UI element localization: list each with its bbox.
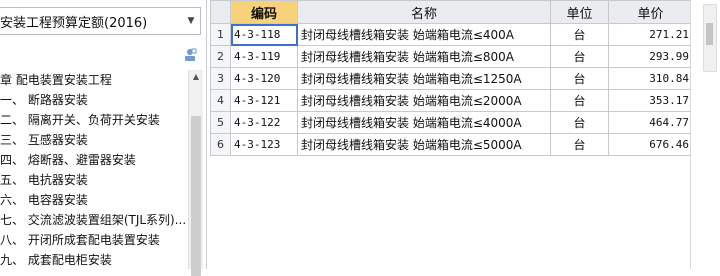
table-row[interactable]: 3 4-3-120 封闭母线槽线箱安装 始端箱电流≤1250A 台 310.84	[210, 67, 693, 90]
row-number: 1	[210, 23, 231, 46]
quota-tree-panel: 安装工程预算定额(2016) ▼ 章 配电装置安装工程 一、 断路器安装 二、 …	[0, 0, 207, 276]
quota-grid: 编码 名称 单位 单价 1 4-3-118 封闭母线槽线箱安装 始端箱电流≤40…	[210, 0, 720, 269]
tree-item[interactable]: 九、 成套配电柜安装	[0, 250, 188, 269]
scroll-up-icon[interactable]: ▲	[189, 70, 203, 84]
code-cell[interactable]: 4-3-120	[230, 67, 298, 90]
code-cell[interactable]: 4-3-121	[230, 89, 298, 112]
price-cell[interactable]: 310.84	[608, 67, 693, 90]
tree-item[interactable]: 一、 断路器安装	[0, 90, 188, 110]
column-header-name[interactable]: 名称	[297, 0, 551, 24]
tree-item[interactable]: 二、 隔离开关、负荷开关安装	[0, 110, 188, 130]
price-cell[interactable]: 464.77	[608, 111, 693, 134]
tree-item[interactable]: 三、 互感器安装	[0, 130, 188, 150]
chapter-tree: 章 配电装置安装工程 一、 断路器安装 二、 隔离开关、负荷开关安装 三、 互感…	[0, 70, 188, 269]
adjacent-scrollbar[interactable]	[703, 4, 717, 72]
quota-library-value: 安装工程预算定额(2016)	[0, 15, 148, 31]
tree-item[interactable]: 章 配电装置安装工程	[0, 70, 188, 90]
tree-item[interactable]: 五、 电抗器安装	[0, 170, 188, 190]
name-cell[interactable]: 封闭母线槽线箱安装 始端箱电流≤4000A	[297, 111, 551, 134]
unit-cell[interactable]: 台	[550, 133, 609, 156]
price-cell[interactable]: 676.46	[608, 133, 693, 156]
code-cell[interactable]: 4-3-118	[230, 23, 298, 46]
price-cell[interactable]: 293.99	[608, 45, 693, 68]
unit-cell[interactable]: 台	[550, 67, 609, 90]
name-cell[interactable]: 封闭母线槽线箱安装 始端箱电流≤5000A	[297, 133, 551, 156]
table-header-row: 编码 名称 单位 单价	[210, 0, 693, 24]
quota-library-dropdown[interactable]: 安装工程预算定额(2016) ▼	[0, 7, 201, 35]
price-cell[interactable]: 353.17	[608, 89, 693, 112]
user-icon[interactable]	[183, 48, 197, 62]
column-header-code[interactable]: 编码	[230, 0, 298, 24]
row-number: 5	[210, 111, 231, 134]
column-header-rownum	[210, 0, 231, 24]
tree-item[interactable]: 七、 交流滤波装置组架(TJL系列)...	[0, 210, 188, 230]
unit-cell[interactable]: 台	[550, 45, 609, 68]
chevron-down-icon[interactable]: ▼	[182, 16, 200, 26]
code-cell[interactable]: 4-3-119	[230, 45, 298, 68]
name-cell[interactable]: 封闭母线槽线箱安装 始端箱电流≤400A	[297, 23, 551, 46]
row-number: 6	[210, 133, 231, 156]
unit-cell[interactable]: 台	[550, 23, 609, 46]
tree-scrollbar[interactable]: ▲	[188, 70, 203, 276]
scrollbar-thumb[interactable]	[191, 116, 201, 276]
name-cell[interactable]: 封闭母线槽线箱安装 始端箱电流≤1250A	[297, 67, 551, 90]
name-cell[interactable]: 封闭母线槽线箱安装 始端箱电流≤2000A	[297, 89, 551, 112]
tree-item[interactable]: 六、 电容器安装	[0, 190, 188, 210]
row-number: 2	[210, 45, 231, 68]
price-cell[interactable]: 271.21	[608, 23, 693, 46]
code-cell[interactable]: 4-3-123	[230, 133, 298, 156]
tree-item[interactable]: 八、 开闭所成套配电装置安装	[0, 230, 188, 250]
table-row[interactable]: 4 4-3-121 封闭母线槽线箱安装 始端箱电流≤2000A 台 353.17	[210, 89, 693, 112]
row-number: 4	[210, 89, 231, 112]
unit-cell[interactable]: 台	[550, 89, 609, 112]
quota-table: 编码 名称 单位 单价 1 4-3-118 封闭母线槽线箱安装 始端箱电流≤40…	[210, 0, 693, 156]
column-header-unit[interactable]: 单位	[550, 0, 609, 24]
table-row[interactable]: 2 4-3-119 封闭母线槽线箱安装 始端箱电流≤800A 台 293.99	[210, 45, 693, 68]
row-number: 3	[210, 67, 231, 90]
name-cell[interactable]: 封闭母线槽线箱安装 始端箱电流≤800A	[297, 45, 551, 68]
tree-item[interactable]: 四、 熔断器、避雷器安装	[0, 150, 188, 170]
column-header-price[interactable]: 单价	[608, 0, 693, 24]
table-row[interactable]: 6 4-3-123 封闭母线槽线箱安装 始端箱电流≤5000A 台 676.46	[210, 133, 693, 156]
table-row[interactable]: 1 4-3-118 封闭母线槽线箱安装 始端箱电流≤400A 台 271.21	[210, 23, 693, 46]
scrollbar-thumb[interactable]	[706, 23, 713, 45]
code-cell[interactable]: 4-3-122	[230, 111, 298, 134]
table-row[interactable]: 5 4-3-122 封闭母线槽线箱安装 始端箱电流≤4000A 台 464.77	[210, 111, 693, 134]
unit-cell[interactable]: 台	[550, 111, 609, 134]
